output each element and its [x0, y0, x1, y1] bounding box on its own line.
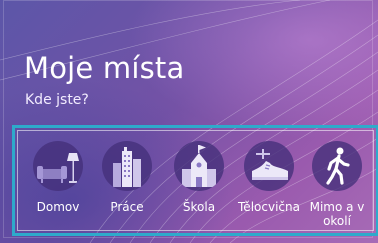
- home-icon: [33, 141, 83, 191]
- office-building-icon: [102, 141, 152, 191]
- place-label: Domov: [36, 200, 80, 214]
- sneaker-icon: [244, 141, 294, 191]
- school-icon: [174, 141, 224, 191]
- place-label: Škola: [182, 200, 216, 214]
- page-title: Moje místa: [24, 51, 185, 85]
- place-label: Tělocvična: [238, 200, 300, 214]
- places-row: Domov Práce Škola Tělocvična Mimo a v ok…: [17, 130, 374, 231]
- place-tile-gym[interactable]: Tělocvična: [234, 141, 304, 214]
- place-tile-home[interactable]: Domov: [23, 141, 93, 214]
- my-places-screen: Moje místa Kde jste? Domov Práce Škola T…: [0, 0, 378, 243]
- place-tile-school[interactable]: Škola: [164, 141, 234, 214]
- place-label: Práce: [110, 200, 144, 214]
- place-tile-work[interactable]: Práce: [92, 141, 162, 214]
- walking-person-icon: [312, 141, 362, 191]
- places-selection-box: Domov Práce Škola Tělocvična Mimo a v ok…: [12, 125, 378, 236]
- page-subtitle: Kde jste?: [25, 92, 89, 108]
- place-tile-out-and-about[interactable]: Mimo a v okolí: [302, 141, 372, 228]
- place-label: Mimo a v okolí: [309, 200, 365, 228]
